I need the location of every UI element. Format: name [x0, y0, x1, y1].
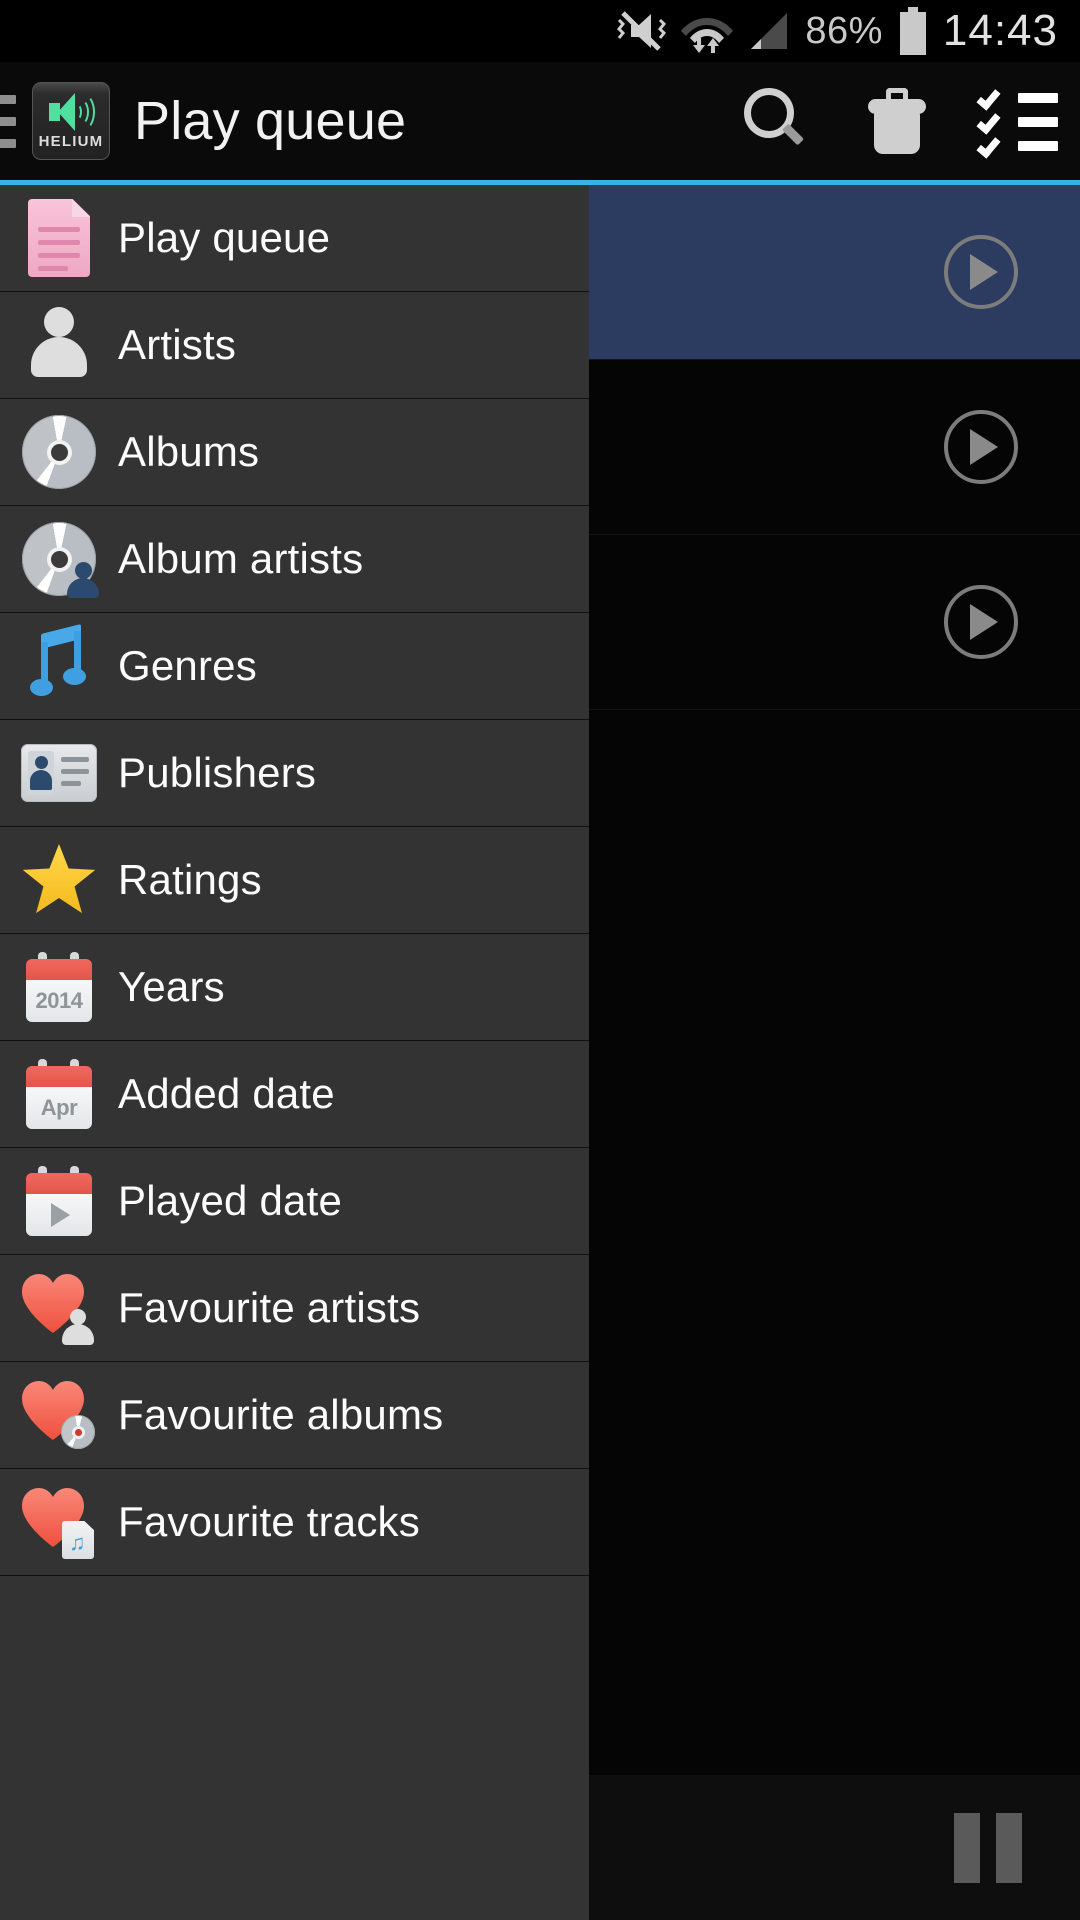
sidebar-item-albums[interactable]: Albums — [0, 399, 589, 506]
sidebar-item-album-artists[interactable]: Album artists — [0, 506, 589, 613]
navigation-drawer: Play queue Artists Albums Album artists … — [0, 185, 589, 1920]
search-icon — [742, 88, 808, 154]
sidebar-item-favourite-albums[interactable]: Favourite albums — [0, 1362, 589, 1469]
sidebar-item-label: Added date — [118, 1070, 335, 1117]
cellular-signal-icon — [747, 9, 791, 53]
battery-percent-label: 86% — [805, 10, 883, 52]
app-icon-label: HELIUM — [38, 133, 104, 150]
phone-screen: 86% 14:43 HELIUM Play queue Play queue A… — [0, 0, 1080, 1920]
delete-button[interactable] — [836, 62, 958, 180]
person-icon — [0, 292, 118, 399]
music-note-icon — [0, 613, 118, 720]
wifi-icon — [681, 8, 734, 54]
calendar-icon: 2014 — [0, 934, 118, 1041]
sidebar-item-favourite-artists[interactable]: Favourite artists — [0, 1255, 589, 1362]
sidebar-item-added-date[interactable]: Apr Added date — [0, 1041, 589, 1148]
sidebar-item-play-queue[interactable]: Play queue — [0, 185, 589, 292]
sidebar-item-favourite-tracks[interactable]: ♫ Favourite tracks — [0, 1469, 589, 1576]
play-circle-icon[interactable] — [944, 235, 1018, 309]
action-bar: HELIUM Play queue — [0, 62, 1080, 180]
search-button[interactable] — [714, 62, 836, 180]
sidebar-item-label: Artists — [118, 321, 237, 368]
sidebar-item-label: Years — [118, 963, 225, 1010]
sidebar-item-ratings[interactable]: Ratings — [0, 827, 589, 934]
star-icon — [0, 827, 118, 934]
cd-disc-icon — [0, 399, 118, 506]
hamburger-menu-icon[interactable] — [0, 62, 16, 180]
speaker-glyph — [47, 92, 95, 132]
calendar-label: 2014 — [35, 988, 83, 1013]
action-bar-actions — [714, 62, 1080, 180]
sidebar-item-publishers[interactable]: Publishers — [0, 720, 589, 827]
pause-icon[interactable] — [954, 1812, 1022, 1883]
checklist-icon — [976, 85, 1058, 159]
sidebar-item-label: Albums — [118, 428, 260, 475]
sidebar-item-label: Publishers — [118, 749, 317, 796]
calendar-play-icon — [0, 1148, 118, 1255]
mute-vibrate-icon — [613, 9, 667, 53]
trash-icon — [866, 88, 928, 154]
sidebar-item-label: Ratings — [118, 856, 262, 903]
playlist-document-icon — [0, 185, 118, 292]
id-card-icon — [0, 720, 118, 827]
sidebar-item-label: Played date — [118, 1177, 343, 1224]
calendar-label: Apr — [40, 1095, 78, 1120]
sidebar-item-label: Genres — [118, 642, 257, 689]
heart-person-icon — [0, 1255, 118, 1362]
sidebar-item-label: Favourite tracks — [118, 1498, 420, 1545]
status-bar: 86% 14:43 — [0, 0, 1080, 62]
sidebar-item-artists[interactable]: Artists — [0, 292, 589, 399]
status-clock: 14:43 — [942, 6, 1058, 55]
heart-track-icon: ♫ — [0, 1469, 118, 1576]
heart-cd-icon — [0, 1362, 118, 1469]
sidebar-item-played-date[interactable]: Played date — [0, 1148, 589, 1255]
sidebar-item-label: Play queue — [118, 214, 331, 261]
helium-app-icon[interactable]: HELIUM — [32, 82, 110, 160]
battery-icon — [897, 7, 929, 55]
page-title: Play queue — [134, 91, 407, 151]
sidebar-item-genres[interactable]: Genres — [0, 613, 589, 720]
calendar-icon: Apr — [0, 1041, 118, 1148]
cd-disc-person-icon — [0, 506, 118, 613]
select-mode-button[interactable] — [958, 62, 1080, 180]
play-circle-icon[interactable] — [944, 410, 1018, 484]
sidebar-item-label: Favourite albums — [118, 1391, 444, 1438]
play-circle-icon[interactable] — [944, 585, 1018, 659]
sidebar-item-label: Favourite artists — [118, 1284, 421, 1331]
sidebar-item-years[interactable]: 2014 Years — [0, 934, 589, 1041]
sidebar-item-label: Album artists — [118, 535, 364, 582]
